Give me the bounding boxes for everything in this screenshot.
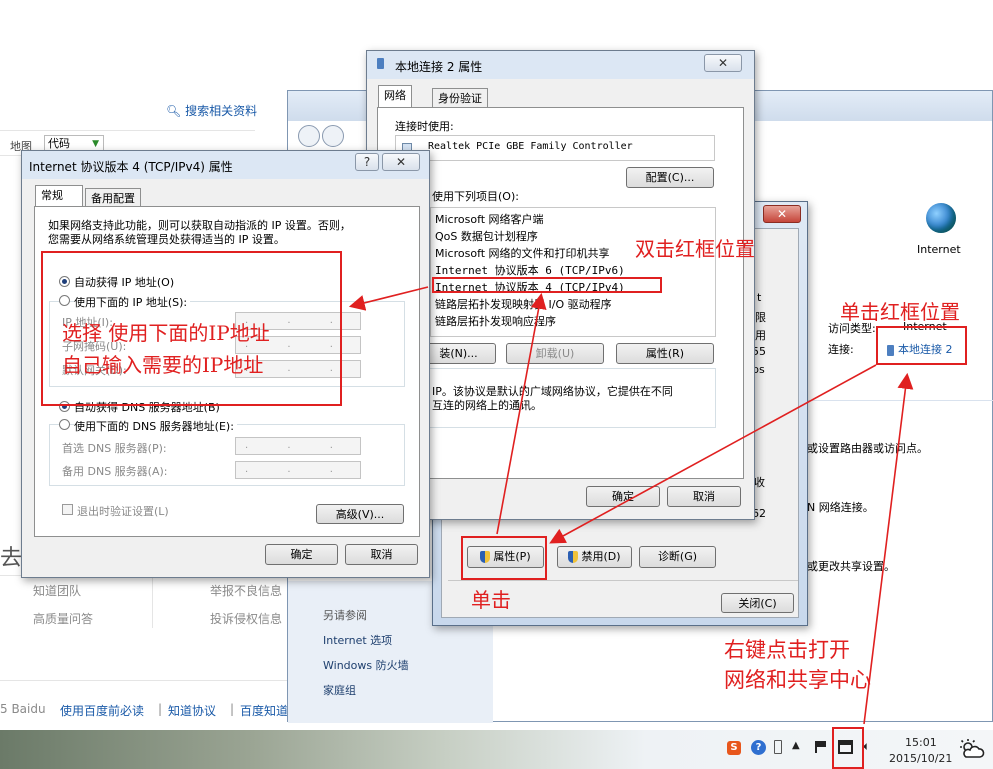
- annotation-box-properties: [461, 536, 547, 580]
- annotation-box-tray: [832, 727, 864, 769]
- annotation-box-ipv4-item: [432, 277, 662, 293]
- annotation-box-connection: [876, 326, 967, 365]
- annotation-right-click-line2: 网络和共享中心: [724, 668, 871, 692]
- annotation-single-click: 单击: [471, 588, 511, 612]
- annotation-double-click: 双击红框位置: [635, 237, 755, 261]
- annotation-select-line1: 选择 使用下面的IP地址: [62, 321, 270, 345]
- annotation-right-click-line1: 右键点击打开: [724, 638, 850, 662]
- annotation-select-line2: 自己输入需要的IP地址: [62, 353, 264, 377]
- annotation-single-click-box: 单击红框位置: [840, 300, 960, 324]
